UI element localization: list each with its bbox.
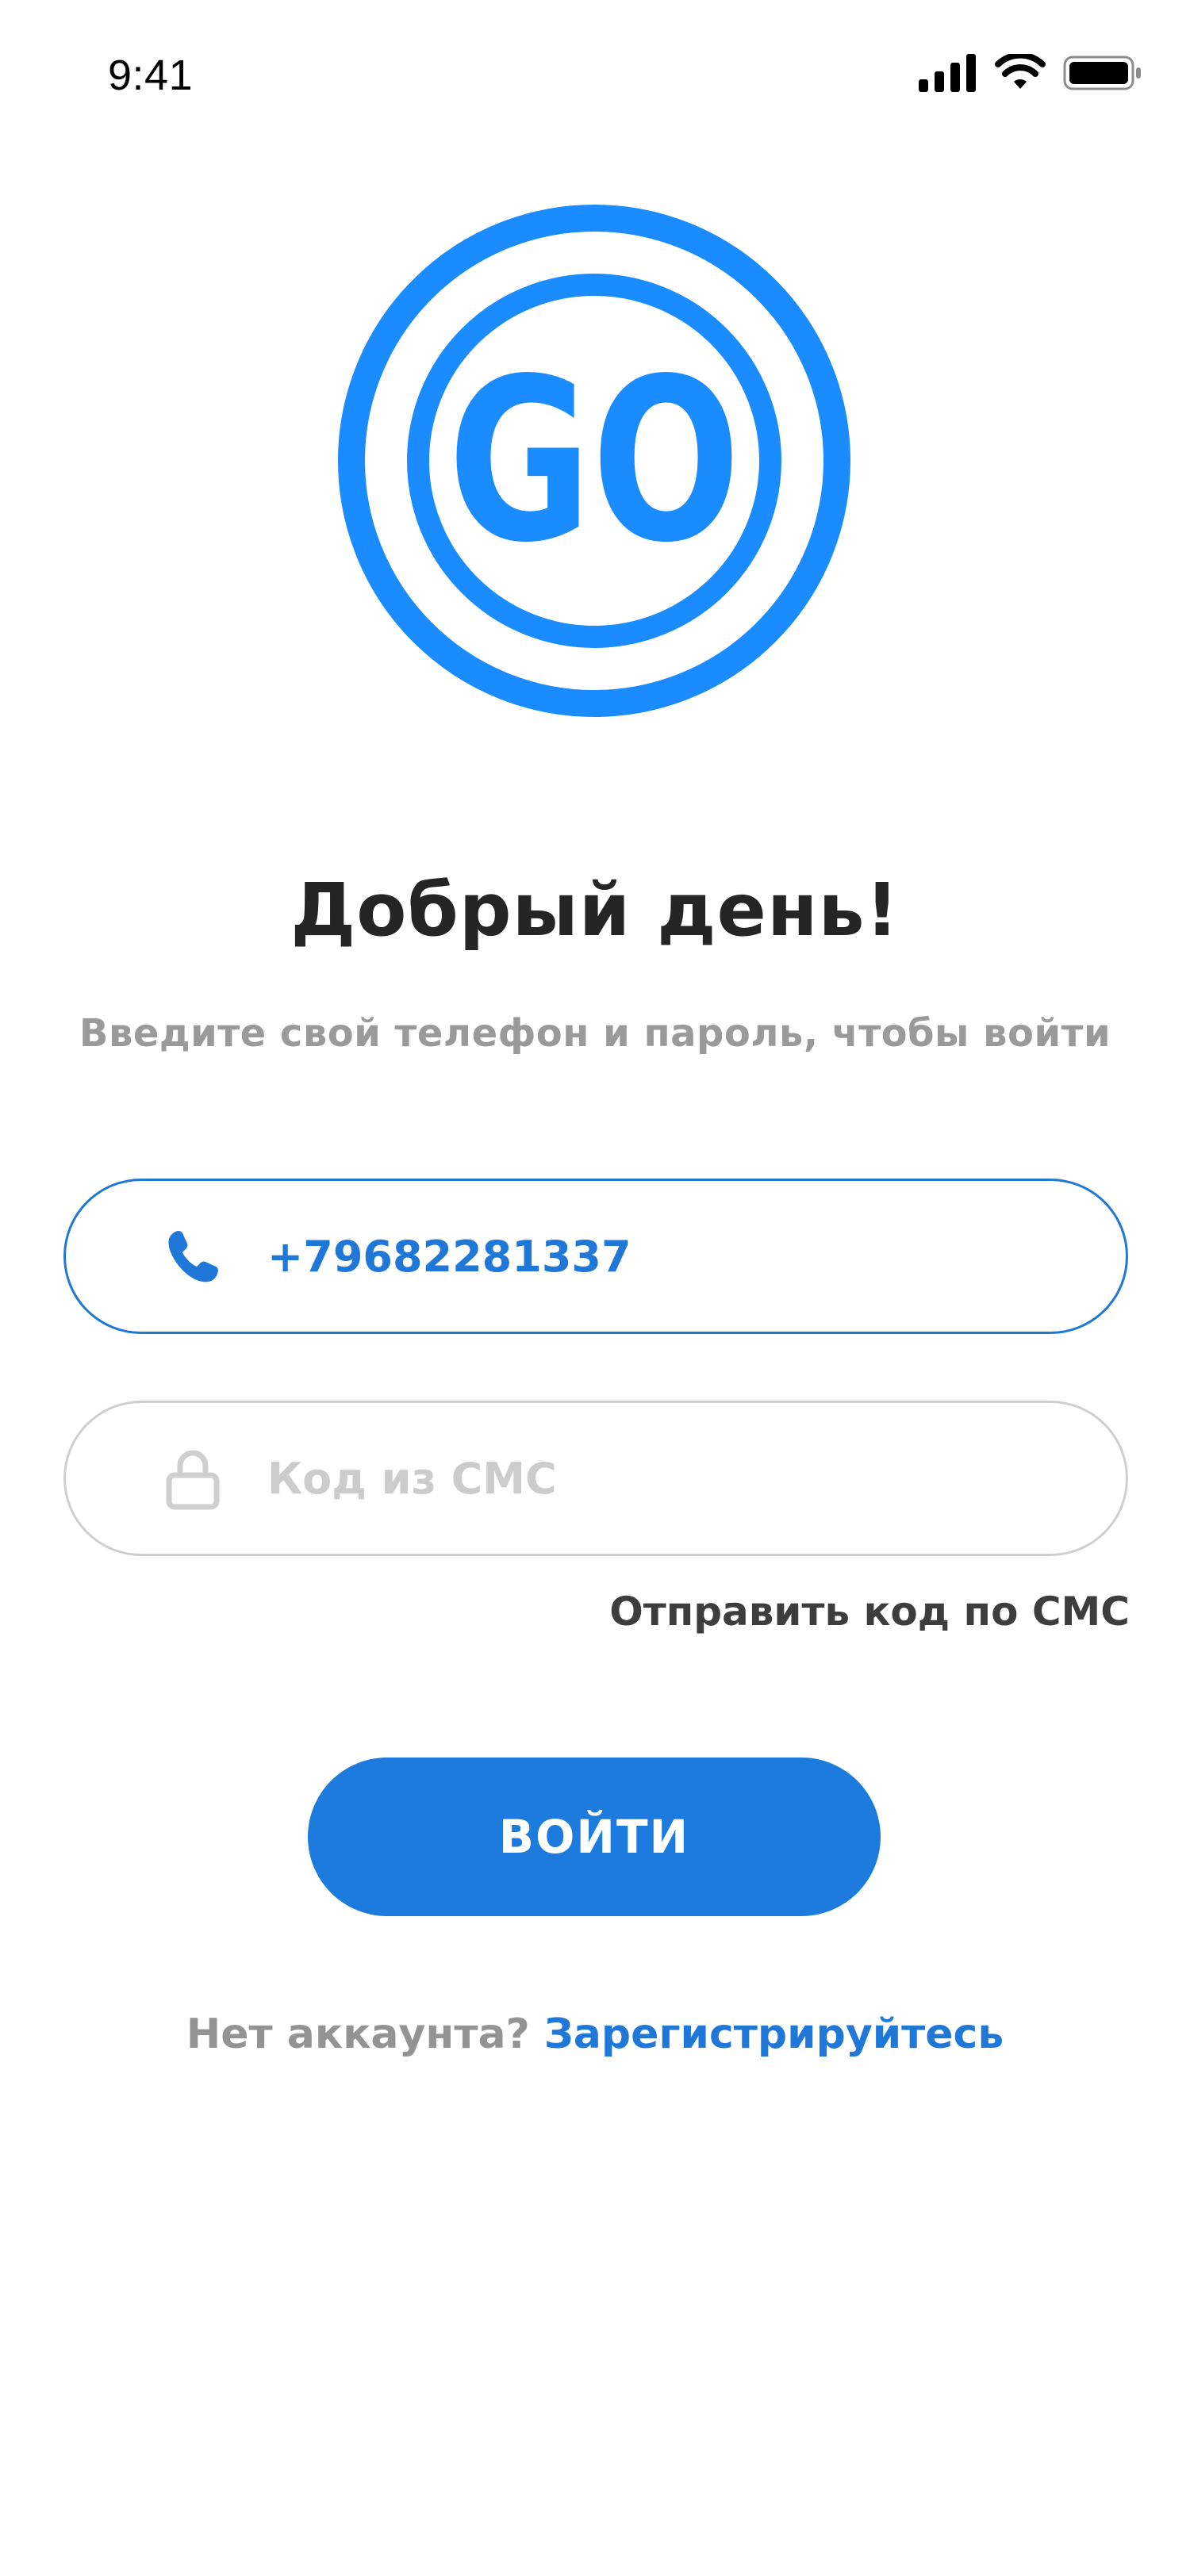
status-bar: 9:41 (0, 0, 1190, 151)
signal-icon (919, 54, 976, 92)
lock-icon (166, 1450, 220, 1510)
register-link[interactable]: Зарегистрируйтесь (544, 2011, 1004, 2058)
send-sms-code-link[interactable]: Отправить код по СМС (609, 1589, 1130, 1635)
greeting-title: Добрый день! (290, 868, 900, 953)
sms-code-field[interactable] (63, 1401, 1128, 1556)
status-icons (919, 51, 1142, 95)
register-prompt: Нет аккаунта? Зарегистрируйтесь (0, 2011, 1190, 2058)
battery-icon (1063, 56, 1141, 90)
login-button[interactable]: ВОЙТИ (308, 1758, 881, 1916)
logo-text: GO (448, 330, 741, 592)
go-logo: GO (338, 205, 850, 717)
status-time: 9:41 (108, 52, 194, 99)
phone-field[interactable] (63, 1179, 1128, 1334)
no-account-text: Нет аккаунта? (186, 2011, 530, 2058)
login-subtitle: Введите свой телефон и пароль, чтобы вой… (79, 1011, 1111, 1056)
sms-code-input[interactable] (267, 1447, 1061, 1510)
wifi-icon (995, 54, 1046, 89)
phone-input[interactable] (267, 1225, 1061, 1288)
phone-icon (168, 1231, 218, 1282)
